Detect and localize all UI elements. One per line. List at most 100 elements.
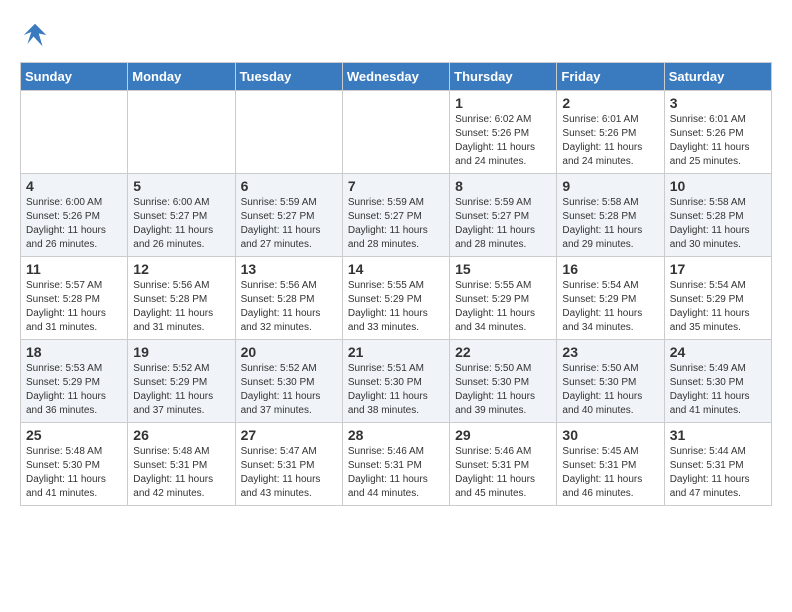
day-info: Sunrise: 5:55 AM Sunset: 5:29 PM Dayligh… [455, 279, 551, 335]
day-info: Sunrise: 5:47 AM Sunset: 5:31 PM Dayligh… [241, 445, 337, 501]
day-info: Sunrise: 5:56 AM Sunset: 5:28 PM Dayligh… [241, 279, 337, 335]
calendar-cell: 31 Sunrise: 5:44 AM Sunset: 5:31 PM Dayli… [664, 423, 771, 506]
col-header-sunday: Sunday [21, 63, 128, 91]
day-info: Sunrise: 5:54 AM Sunset: 5:29 PM Dayligh… [670, 279, 766, 335]
day-number: 2 [562, 95, 658, 111]
day-number: 6 [241, 178, 337, 194]
day-number: 19 [133, 344, 229, 360]
day-number: 23 [562, 344, 658, 360]
week-row-2: 4 Sunrise: 6:00 AM Sunset: 5:26 PM Daylig… [21, 174, 772, 257]
day-info: Sunrise: 5:52 AM Sunset: 5:29 PM Dayligh… [133, 362, 229, 418]
logo [20, 20, 54, 50]
day-info: Sunrise: 5:52 AM Sunset: 5:30 PM Dayligh… [241, 362, 337, 418]
calendar-cell: 11 Sunrise: 5:57 AM Sunset: 5:28 PM Dayli… [21, 257, 128, 340]
calendar-cell: 26 Sunrise: 5:48 AM Sunset: 5:31 PM Dayli… [128, 423, 235, 506]
day-number: 8 [455, 178, 551, 194]
day-info: Sunrise: 5:48 AM Sunset: 5:31 PM Dayligh… [133, 445, 229, 501]
day-number: 18 [26, 344, 122, 360]
day-number: 12 [133, 261, 229, 277]
day-info: Sunrise: 5:51 AM Sunset: 5:30 PM Dayligh… [348, 362, 444, 418]
calendar-table: SundayMondayTuesdayWednesdayThursdayFrid… [20, 62, 772, 506]
day-number: 5 [133, 178, 229, 194]
calendar-cell: 6 Sunrise: 5:59 AM Sunset: 5:27 PM Daylig… [235, 174, 342, 257]
day-info: Sunrise: 6:01 AM Sunset: 5:26 PM Dayligh… [562, 113, 658, 169]
main-container: SundayMondayTuesdayWednesdayThursdayFrid… [0, 0, 792, 516]
day-info: Sunrise: 5:59 AM Sunset: 5:27 PM Dayligh… [348, 196, 444, 252]
day-number: 17 [670, 261, 766, 277]
day-number: 13 [241, 261, 337, 277]
calendar-cell: 5Sunrise: 6:00 AM Sunset: 5:27 PM Daylig… [128, 174, 235, 257]
day-number: 24 [670, 344, 766, 360]
week-row-1: 1 Sunrise: 6:02 AM Sunset: 5:26 PM Daylig… [21, 91, 772, 174]
day-number: 29 [455, 427, 551, 443]
calendar-cell: 27Sunrise: 5:47 AM Sunset: 5:31 PM Dayli… [235, 423, 342, 506]
calendar-cell: 3 Sunrise: 6:01 AM Sunset: 5:26 PM Daylig… [664, 91, 771, 174]
day-info: Sunrise: 5:49 AM Sunset: 5:30 PM Dayligh… [670, 362, 766, 418]
calendar-cell: 4 Sunrise: 6:00 AM Sunset: 5:26 PM Daylig… [21, 174, 128, 257]
day-info: Sunrise: 6:01 AM Sunset: 5:26 PM Dayligh… [670, 113, 766, 169]
calendar-cell: 21Sunrise: 5:51 AM Sunset: 5:30 PM Dayli… [342, 340, 449, 423]
day-number: 31 [670, 427, 766, 443]
day-number: 9 [562, 178, 658, 194]
col-header-friday: Friday [557, 63, 664, 91]
day-info: Sunrise: 5:54 AM Sunset: 5:29 PM Dayligh… [562, 279, 658, 335]
day-info: Sunrise: 5:58 AM Sunset: 5:28 PM Dayligh… [562, 196, 658, 252]
col-header-thursday: Thursday [450, 63, 557, 91]
calendar-cell: 28 Sunrise: 5:46 AM Sunset: 5:31 PM Dayli… [342, 423, 449, 506]
calendar-cell: 24 Sunrise: 5:49 AM Sunset: 5:30 PM Dayli… [664, 340, 771, 423]
calendar-cell: 29 Sunrise: 5:46 AM Sunset: 5:31 PM Dayli… [450, 423, 557, 506]
day-info: Sunrise: 5:46 AM Sunset: 5:31 PM Dayligh… [455, 445, 551, 501]
day-number: 4 [26, 178, 122, 194]
day-number: 14 [348, 261, 444, 277]
week-row-4: 18 Sunrise: 5:53 AM Sunset: 5:29 PM Dayli… [21, 340, 772, 423]
day-info: Sunrise: 5:48 AM Sunset: 5:30 PM Dayligh… [26, 445, 122, 501]
calendar-cell: 20 Sunrise: 5:52 AM Sunset: 5:30 PM Dayli… [235, 340, 342, 423]
calendar-cell: 16 Sunrise: 5:54 AM Sunset: 5:29 PM Dayli… [557, 257, 664, 340]
col-header-monday: Monday [128, 63, 235, 91]
day-number: 20 [241, 344, 337, 360]
day-info: Sunrise: 5:45 AM Sunset: 5:31 PM Dayligh… [562, 445, 658, 501]
calendar-cell: 1 Sunrise: 6:02 AM Sunset: 5:26 PM Daylig… [450, 91, 557, 174]
day-number: 22 [455, 344, 551, 360]
day-info: Sunrise: 5:50 AM Sunset: 5:30 PM Dayligh… [562, 362, 658, 418]
day-info: Sunrise: 5:53 AM Sunset: 5:29 PM Dayligh… [26, 362, 122, 418]
day-info: Sunrise: 5:57 AM Sunset: 5:28 PM Dayligh… [26, 279, 122, 335]
calendar-cell: 17 Sunrise: 5:54 AM Sunset: 5:29 PM Dayli… [664, 257, 771, 340]
day-number: 26 [133, 427, 229, 443]
day-number: 7 [348, 178, 444, 194]
calendar-cell: 30Sunrise: 5:45 AM Sunset: 5:31 PM Dayli… [557, 423, 664, 506]
day-number: 3 [670, 95, 766, 111]
calendar-cell: 19 Sunrise: 5:52 AM Sunset: 5:29 PM Dayli… [128, 340, 235, 423]
day-number: 16 [562, 261, 658, 277]
day-info: Sunrise: 6:02 AM Sunset: 5:26 PM Dayligh… [455, 113, 551, 169]
calendar-cell: 14 Sunrise: 5:55 AM Sunset: 5:29 PM Dayli… [342, 257, 449, 340]
calendar-cell [21, 91, 128, 174]
calendar-cell: 2 Sunrise: 6:01 AM Sunset: 5:26 PM Daylig… [557, 91, 664, 174]
day-number: 11 [26, 261, 122, 277]
week-row-3: 11 Sunrise: 5:57 AM Sunset: 5:28 PM Dayli… [21, 257, 772, 340]
calendar-cell: 9 Sunrise: 5:58 AM Sunset: 5:28 PM Daylig… [557, 174, 664, 257]
day-info: Sunrise: 5:59 AM Sunset: 5:27 PM Dayligh… [455, 196, 551, 252]
day-info: Sunrise: 5:55 AM Sunset: 5:29 PM Dayligh… [348, 279, 444, 335]
calendar-cell [128, 91, 235, 174]
calendar-cell: 18 Sunrise: 5:53 AM Sunset: 5:29 PM Dayli… [21, 340, 128, 423]
logo-bird-icon [20, 20, 50, 50]
calendar-cell: 22Sunrise: 5:50 AM Sunset: 5:30 PM Dayli… [450, 340, 557, 423]
calendar-cell: 8 Sunrise: 5:59 AM Sunset: 5:27 PM Daylig… [450, 174, 557, 257]
day-info: Sunrise: 5:46 AM Sunset: 5:31 PM Dayligh… [348, 445, 444, 501]
header-row: SundayMondayTuesdayWednesdayThursdayFrid… [21, 63, 772, 91]
day-info: Sunrise: 5:56 AM Sunset: 5:28 PM Dayligh… [133, 279, 229, 335]
week-row-5: 25Sunrise: 5:48 AM Sunset: 5:30 PM Dayli… [21, 423, 772, 506]
calendar-cell: 10Sunrise: 5:58 AM Sunset: 5:28 PM Dayli… [664, 174, 771, 257]
day-number: 1 [455, 95, 551, 111]
calendar-cell: 13 Sunrise: 5:56 AM Sunset: 5:28 PM Dayli… [235, 257, 342, 340]
col-header-wednesday: Wednesday [342, 63, 449, 91]
calendar-cell [235, 91, 342, 174]
calendar-cell: 15Sunrise: 5:55 AM Sunset: 5:29 PM Dayli… [450, 257, 557, 340]
day-info: Sunrise: 6:00 AM Sunset: 5:26 PM Dayligh… [26, 196, 122, 252]
day-number: 28 [348, 427, 444, 443]
col-header-saturday: Saturday [664, 63, 771, 91]
day-info: Sunrise: 5:44 AM Sunset: 5:31 PM Dayligh… [670, 445, 766, 501]
day-info: Sunrise: 5:59 AM Sunset: 5:27 PM Dayligh… [241, 196, 337, 252]
header [20, 20, 772, 50]
